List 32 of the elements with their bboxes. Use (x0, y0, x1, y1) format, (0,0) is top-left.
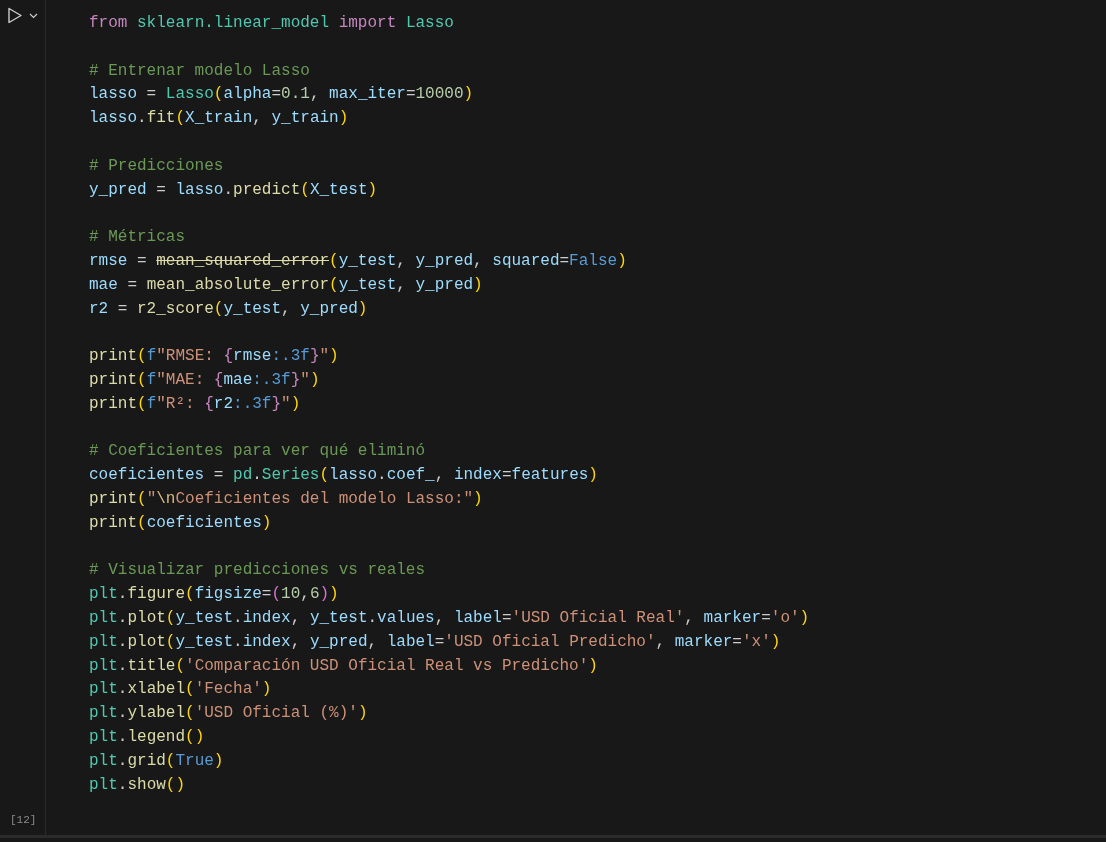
code-line: plt.grid(True) (89, 751, 224, 770)
code-line: mae = mean_absolute_error(y_test, y_pred) (89, 275, 483, 294)
code-line: plt.show() (89, 775, 186, 794)
execution-count: [12] (9, 812, 37, 828)
code-line: plt.legend() (89, 727, 205, 746)
code-comment: # Predicciones (89, 156, 224, 175)
code-line: plt.xlabel('Fecha') (89, 680, 272, 699)
code-comment: # Coeficientes para ver qué eliminó (89, 442, 426, 461)
run-button[interactable] (7, 7, 23, 24)
code-line: plt.plot(y_test.index, y_pred, label='USD Oficial Predicho', marker='x') (89, 632, 781, 651)
run-icon (7, 7, 23, 24)
code-line: rmse = mean_squared_error(y_test, y_pred, squared=False) (89, 251, 627, 270)
code-line: coeficientes = pd.Series(lasso.coef_, index=features) (89, 466, 598, 485)
code-line: lasso = Lasso(alpha=0.1, max_iter=10000) (89, 85, 474, 104)
code-line: plt.plot(y_test.index, y_test.values, label='USD Oficial Real', marker='o') (89, 608, 810, 627)
code-comment: # Visualizar predicciones vs reales (89, 561, 426, 580)
code-line: plt.ylabel('USD Oficial (%)') (89, 704, 368, 723)
expand-button[interactable] (29, 12, 38, 19)
code-line: print(f"R²: {r2:.3f}") (89, 394, 301, 413)
code-line: plt.title('Comparación USD Oficial Real vs Predicho') (89, 656, 598, 675)
code-line: print(coeficientes) (89, 513, 272, 532)
code-line: print("\nCoeficientes del modelo Lasso:") (89, 489, 483, 508)
code-line: r2 = r2_score(y_test, y_pred) (89, 299, 368, 318)
code-line: print(f"RMSE: {rmse:.3f}") (89, 347, 339, 366)
code-line: lasso.fit(X_train, y_train) (89, 109, 349, 128)
code-comment: # Entrenar modelo Lasso (89, 61, 310, 80)
code-line: print(f"MAE: {mae:.3f}") (89, 370, 320, 389)
chevron-icon (29, 12, 38, 19)
code-line: plt.figure(figsize=(10,6)) (89, 585, 339, 604)
code-comment: # Métricas (89, 228, 185, 247)
code-line: from sklearn.linear_model import Lasso (89, 14, 454, 32)
code-line: y_pred = lasso.predict(X_test) (89, 180, 378, 199)
